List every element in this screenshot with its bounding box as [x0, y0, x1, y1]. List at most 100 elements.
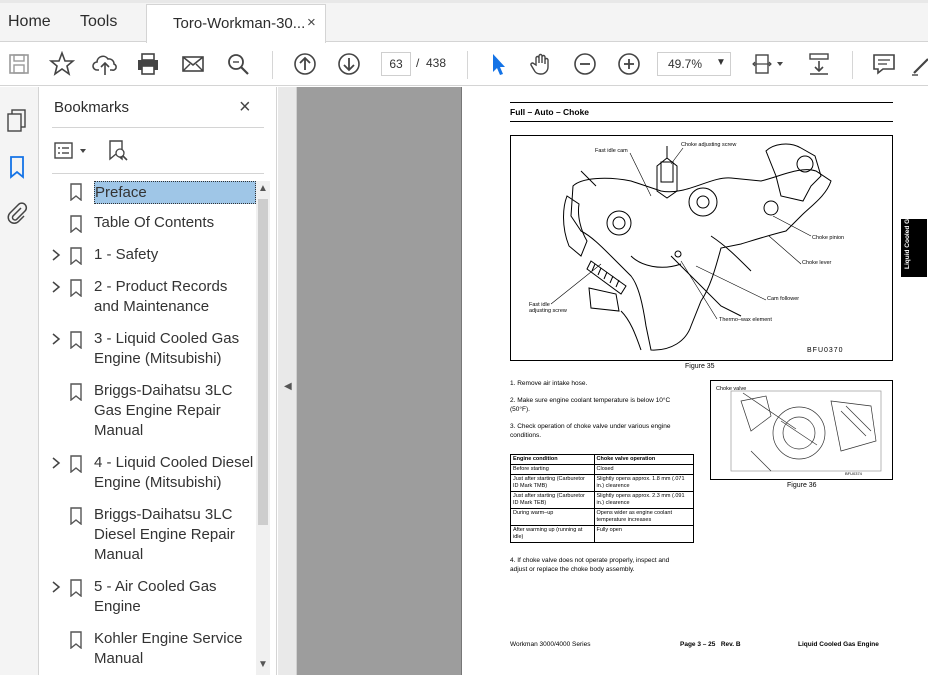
label-fast-idle-cam: Fast idle cam [595, 148, 628, 154]
bookmark-label: 1 - Safety [94, 246, 159, 263]
footer-section: Liquid Cooled Gas Engine [798, 641, 879, 648]
bookmark-icon [69, 279, 83, 298]
pages-icon[interactable] [4, 107, 30, 133]
tab-tools[interactable]: Tools [80, 13, 117, 31]
new-bookmark-icon[interactable] [106, 139, 130, 163]
select-cursor-icon[interactable] [485, 51, 511, 77]
page-down-icon[interactable] [336, 51, 362, 77]
header-rule [510, 102, 893, 103]
page-separator: / [416, 56, 420, 70]
sign-pen-icon[interactable] [910, 51, 928, 77]
zoom-search-icon[interactable] [225, 51, 251, 77]
scroll-up-icon[interactable]: ▲ [258, 183, 268, 194]
divider [52, 173, 264, 174]
close-tab-icon[interactable]: × [307, 14, 316, 31]
chevron-right-icon[interactable] [50, 279, 62, 295]
table-cell: After warming up (running at idle) [510, 525, 595, 543]
section-title: Full – Auto – Choke [510, 107, 590, 117]
zoom-level-select[interactable]: 49.7% ▼ [657, 52, 731, 76]
table-row: After warming up (running at idle) Fully … [510, 525, 694, 543]
chevron-right-icon[interactable] [50, 331, 62, 347]
chevron-right-icon[interactable] [50, 579, 62, 595]
document-tab-label: Toro-Workman-30... [173, 15, 306, 32]
bookmarks-panel: Bookmarks × Preface Table Of Contents 1 - … [40, 87, 277, 675]
bookmark-label: 3 - Liquid Cooled Gas Engine (Mitsubishi… [94, 330, 240, 367]
scroll-mode-icon[interactable] [806, 51, 832, 77]
label-choke-adjusting-screw: Choke adjusting screw [681, 142, 737, 148]
toolbar-divider [467, 51, 468, 79]
page-up-icon[interactable] [292, 51, 318, 77]
bookmark-label: Briggs-Daihatsu 3LC Gas Engine Repair Ma… [94, 382, 233, 439]
step-1: 1. Remove air intake hose. [510, 380, 588, 387]
label-choke-pinion: Choke pinion [812, 235, 845, 241]
bookmark-icon [69, 455, 83, 474]
side-tab-label: Liquid Cooled Gas Engine [904, 188, 911, 269]
bookmark-label: Kohler Engine Service Manual [94, 630, 243, 667]
bookmarks-icon[interactable] [4, 154, 30, 180]
email-icon[interactable] [180, 51, 206, 77]
bookmark-star-icon[interactable] [48, 50, 76, 77]
step-3: 3. Check operation of choke valve under … [510, 423, 671, 430]
table-cell: Just after starting (Carburetor ID Mark … [510, 491, 595, 509]
close-panel-icon[interactable]: × [239, 96, 251, 119]
comment-icon[interactable] [871, 51, 897, 77]
section-side-tab: Liquid Cooled Gas Engine [901, 188, 927, 277]
step-2: 2. Make sure engine coolant temperature … [510, 397, 671, 404]
toolbar-divider [272, 51, 273, 79]
table-cell: Closed [593, 464, 694, 475]
bookmark-label: Preface [94, 181, 256, 204]
chevron-right-icon[interactable] [50, 455, 62, 471]
hand-tool-icon[interactable] [528, 51, 554, 77]
bookmark-label: Table Of Contents [94, 214, 215, 231]
scroll-thumb[interactable] [258, 199, 268, 525]
save-icon[interactable] [6, 51, 32, 77]
table-row: Before starting Closed [510, 464, 694, 475]
page-number-input[interactable]: 63 [381, 52, 411, 76]
chevron-right-icon[interactable] [50, 247, 62, 263]
bookmark-icon [69, 507, 83, 526]
step-2-cont: (50°F). [510, 406, 530, 413]
label-choke-lever: Choke lever [802, 260, 832, 266]
acrobat-window: Home Tools Toro-Workman-30... × 63 / 438… [0, 0, 928, 675]
bookmark-icon [69, 247, 83, 266]
collapse-panel-icon[interactable]: ◀ [284, 381, 292, 392]
label-thermo-wax: Thermo–wax element [719, 317, 772, 323]
bookmarks-title: Bookmarks [54, 99, 130, 116]
zoom-out-icon[interactable] [572, 51, 598, 77]
tab-document[interactable]: Toro-Workman-30... × [146, 4, 326, 43]
figure-code: BFU0370 [807, 347, 844, 354]
table-row: During warm–up Opens wider as engine cool… [510, 508, 694, 526]
document-view[interactable]: Full – Auto – Choke Liquid Cooled Gas En… [297, 87, 928, 675]
print-icon[interactable] [135, 51, 161, 77]
figure-35-caption: Figure 35 [685, 363, 715, 370]
zoom-in-icon[interactable] [616, 51, 642, 77]
bookmark-list: Preface Table Of Contents 1 - Safety 2 - Pr… [50, 181, 256, 675]
upload-cloud-icon[interactable] [92, 51, 118, 77]
figure-36-caption: Figure 36 [787, 482, 817, 489]
bookmark-icon [69, 331, 83, 350]
figure-36-code: BFU0374 [845, 471, 862, 476]
figure-35: Fast idle cam Choke adjusting screw Chok… [510, 135, 893, 361]
bookmark-label: 2 - Product Records and Maintenance [94, 278, 228, 315]
step-4-cont: adjust or replace the choke body assembl… [510, 566, 635, 573]
choke-condition-table: Engine condition Choke valve operation B… [510, 454, 694, 543]
bookmark-label: 4 - Liquid Cooled Diesel Engine (Mitsubi… [94, 454, 254, 491]
table-cell: Slightly opens approx. 2.3 mm (.091 in.)… [593, 491, 694, 509]
step-3-cont: conditions. [510, 432, 542, 439]
bookmark-label: Briggs-Daihatsu 3LC Diesel Engine Repair… [94, 506, 235, 563]
scroll-down-icon[interactable]: ▼ [258, 659, 268, 670]
bookmark-icon [69, 383, 83, 402]
zoom-value: 49.7% [668, 57, 703, 71]
fit-width-icon[interactable] [752, 51, 786, 77]
navigation-rail [0, 87, 39, 675]
tab-home[interactable]: Home [8, 13, 51, 31]
table-row: Just after starting (Carburetor ID Mark … [510, 474, 694, 492]
label-fast-idle-screw-2: adjusting screw [529, 308, 567, 314]
attachments-icon[interactable] [4, 200, 30, 226]
bookmark-options-button[interactable] [54, 139, 90, 163]
title-strip [0, 0, 928, 3]
panel-splitter[interactable]: ◀ [278, 87, 297, 675]
table-cell: Before starting [510, 464, 595, 475]
toolbar-divider [852, 51, 853, 79]
bookmark-scrollbar[interactable]: ▲ ▼ [256, 181, 270, 675]
